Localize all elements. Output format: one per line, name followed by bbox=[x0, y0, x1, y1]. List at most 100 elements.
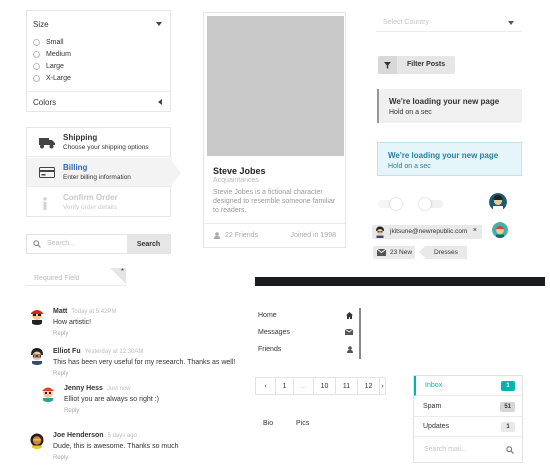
step-shipping[interactable]: Shipping Choose your shipping options bbox=[27, 128, 172, 157]
close-icon[interactable]: × bbox=[473, 227, 477, 234]
comment-author[interactable]: Matt Today at 5:42PM bbox=[53, 308, 116, 315]
credit-card-icon bbox=[39, 167, 55, 178]
step-billing[interactable]: Billing Enter billing information bbox=[27, 158, 181, 187]
filter-icon bbox=[378, 56, 397, 74]
size-option-large[interactable]: Large bbox=[33, 61, 64, 71]
option-label: Large bbox=[46, 62, 64, 70]
chevron-left-icon[interactable] bbox=[158, 99, 162, 105]
page-11-button[interactable]: 11 bbox=[336, 378, 358, 394]
friends-link[interactable]: 22 Friends bbox=[214, 232, 258, 239]
author-name[interactable]: Jenny Hess bbox=[64, 385, 103, 392]
size-option-small[interactable]: Small bbox=[33, 37, 64, 47]
avatar[interactable] bbox=[489, 193, 507, 211]
avatar[interactable] bbox=[28, 347, 46, 365]
divider bbox=[27, 91, 170, 92]
search-icon bbox=[33, 240, 41, 248]
page-10-button[interactable]: 10 bbox=[314, 378, 336, 394]
comment: Matt Today at 5:42PM How artistic! Reply bbox=[28, 307, 188, 341]
menu-item-label: Friends bbox=[258, 346, 282, 353]
message-header: We're loading your new page bbox=[388, 151, 499, 160]
chevron-down-icon[interactable] bbox=[156, 22, 162, 26]
toggle-switch[interactable] bbox=[378, 198, 402, 210]
reply-link[interactable]: Reply bbox=[53, 331, 68, 337]
comment-time: 5 days ago bbox=[107, 433, 137, 439]
radio-button[interactable] bbox=[33, 74, 40, 82]
reply-link[interactable]: Reply bbox=[53, 371, 68, 377]
comment-text: How artistic! bbox=[53, 319, 92, 326]
mail-search[interactable]: Search mail... bbox=[414, 438, 522, 462]
user-icon bbox=[214, 232, 220, 239]
reply-link[interactable]: Reply bbox=[64, 408, 79, 414]
comment-time: Today at 5:42PM bbox=[71, 309, 117, 315]
page-12-button[interactable]: 12 bbox=[358, 378, 380, 394]
comment-text: Elliot you are always so right :) bbox=[64, 396, 159, 403]
search-input[interactable]: Search... bbox=[47, 240, 75, 247]
progress-bar bbox=[255, 277, 545, 286]
filter-label: Filter Posts bbox=[407, 61, 446, 68]
size-title[interactable]: Size bbox=[33, 20, 49, 29]
friends-count: 22 Friends bbox=[225, 232, 259, 239]
size-option-medium[interactable]: Medium bbox=[33, 49, 71, 59]
card-image-placeholder bbox=[207, 16, 344, 156]
country-select[interactable]: Select Country bbox=[376, 13, 522, 32]
progress-fill bbox=[255, 277, 545, 286]
step-confirm-order[interactable]: Confirm Order Verify order details bbox=[27, 188, 172, 217]
tab-bio[interactable]: Bio bbox=[263, 420, 273, 427]
menu-item-friends[interactable]: Friends bbox=[256, 343, 357, 357]
avatar[interactable] bbox=[28, 431, 46, 449]
mail-search-input[interactable]: Search mail... bbox=[424, 446, 467, 453]
author-name[interactable]: Matt bbox=[53, 308, 67, 315]
menu-item-updates[interactable]: Updates 1 bbox=[414, 417, 522, 437]
search-button[interactable]: Search bbox=[127, 234, 170, 254]
radio-button[interactable] bbox=[33, 50, 40, 58]
avatar[interactable] bbox=[28, 307, 46, 325]
message-header: We're loading your new page bbox=[389, 97, 500, 106]
radio-button[interactable] bbox=[33, 38, 40, 46]
next-page-button[interactable]: › bbox=[380, 378, 385, 394]
profile-card[interactable]: Steve Jobes Acquaintances Stevie Jobes i… bbox=[203, 12, 346, 248]
pagination: ‹ 1 ... 10 11 12 › bbox=[255, 377, 386, 395]
comment-author[interactable]: Joe Henderson 5 days ago bbox=[53, 432, 137, 439]
pagination-ellipsis: ... bbox=[294, 378, 314, 394]
comment-author[interactable]: Elliot Fu Yesterday at 12:30AM bbox=[53, 348, 143, 355]
page-1-button[interactable]: 1 bbox=[276, 378, 294, 394]
toggle-knob bbox=[390, 198, 402, 210]
required-field[interactable]: Required Field * bbox=[26, 267, 126, 286]
count-badge: 51 bbox=[500, 402, 515, 412]
author-name[interactable]: Joe Henderson bbox=[53, 432, 104, 439]
author-name[interactable]: Elliot Fu bbox=[53, 348, 81, 355]
asterisk-icon: * bbox=[120, 267, 124, 276]
avatar[interactable] bbox=[39, 384, 57, 402]
card-name[interactable]: Steve Jobes bbox=[213, 166, 266, 176]
comment-reply-nested: Jenny Hess Just now Elliot you are always… bbox=[39, 384, 189, 418]
comment-author[interactable]: Jenny Hess Just now bbox=[64, 385, 131, 392]
menu-item-spam[interactable]: Spam 51 bbox=[414, 397, 522, 417]
avatar[interactable] bbox=[492, 222, 508, 238]
email-tag[interactable]: jkitsune@newrepublic.com × bbox=[372, 225, 482, 239]
dresses-tag[interactable]: Dresses bbox=[419, 246, 467, 259]
info-message: We're loading your new page Hold on a se… bbox=[377, 142, 522, 176]
home-icon bbox=[346, 312, 353, 319]
menu-item-inbox[interactable]: Inbox 1 bbox=[414, 376, 522, 396]
filter-posts-button[interactable]: Filter Posts bbox=[378, 56, 455, 74]
mail-icon bbox=[377, 249, 386, 256]
menu-item-messages[interactable]: Messages bbox=[256, 326, 357, 340]
mail-icon bbox=[345, 329, 353, 335]
menu-item-home[interactable]: Home bbox=[256, 309, 357, 323]
mail-menu: Inbox 1 Spam 51 Updates 1 Search mail... bbox=[413, 375, 523, 463]
size-option-xlarge[interactable]: X-Large bbox=[33, 73, 71, 83]
required-field-placeholder: Required Field bbox=[34, 275, 80, 282]
toggle-switch[interactable] bbox=[419, 198, 443, 210]
info-icon bbox=[42, 197, 48, 210]
reply-link[interactable]: Reply bbox=[53, 455, 68, 461]
radio-button[interactable] bbox=[33, 62, 40, 70]
count-badge: 1 bbox=[501, 381, 515, 391]
new-mail-tag[interactable]: 23 New bbox=[373, 246, 415, 259]
new-mail-label: 23 New bbox=[390, 249, 413, 256]
prev-page-button[interactable]: ‹ bbox=[256, 378, 276, 394]
comment-text: This has been very useful for my researc… bbox=[53, 359, 236, 366]
user-icon bbox=[347, 346, 353, 353]
chevron-down-icon bbox=[508, 21, 514, 25]
colors-title[interactable]: Colors bbox=[33, 98, 56, 107]
tab-pics[interactable]: Pics bbox=[296, 420, 309, 427]
